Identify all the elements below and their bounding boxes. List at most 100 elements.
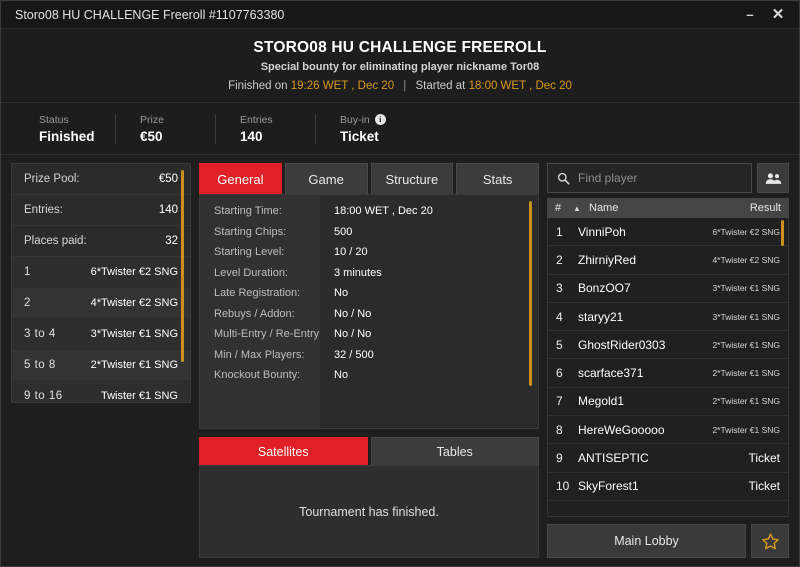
tab-game[interactable]: Game [284,163,368,194]
header-number[interactable]: # [555,202,573,214]
players-column: # ▲ Name Result 1 VinniPoh 6*Twister €2 … [547,163,789,558]
player-rank: 8 [556,422,563,437]
table-row[interactable]: 6 scarface371 2*Twister €1 SNG [548,359,788,388]
player-result: Ticket [748,451,780,466]
status-cell-entries: Entries 140 [215,113,315,144]
header-name[interactable]: Name [589,202,750,214]
table-row[interactable]: 8 HereWeGooooo 2*Twister €1 SNG [548,416,788,445]
started-time: 18:00 WET , Dec 20 [468,80,572,92]
satellites-panel: Tournament has finished. [199,465,539,558]
buyin-label-row: Buy-in i [340,114,397,126]
people-icon [765,172,781,184]
payout-award: 6*Twister €2 SNG [90,266,178,278]
general-value: 32 / 500 [334,348,374,361]
finished-time: 19:26 WET , Dec 20 [290,80,395,92]
status-value: Finished [39,128,95,144]
player-result: 2*Twister €1 SNG [712,339,780,350]
star-icon [761,532,779,549]
player-rank: 10 [556,479,570,494]
player-rank: 4 [556,309,563,324]
player-result: Ticket [748,479,780,494]
buyin-label: Buy-in [340,113,370,126]
general-label: Starting Time: [214,205,282,217]
prize-pool-value: €50 [158,173,178,185]
places-paid-row: Places paid: 32 [12,226,190,257]
payout-award: Twister €1 SNG [100,390,178,402]
player-name: staryy21 [578,309,624,324]
payout-place: 9 to 16 [24,390,63,402]
prize-entries-row: Entries: 140 [12,195,190,226]
payout-row: 5 to 8 2*Twister €1 SNG [12,350,190,381]
main-body: Prize Pool: €50 Entries: 140 Places paid… [1,155,799,566]
player-rank: 3 [556,281,563,296]
tournament-header: STORO08 HU CHALLENGE FREEROLL Special bo… [1,29,799,103]
general-label: Starting Level: [214,246,285,258]
table-row[interactable]: 2 ZhirniyRed 4*Twister €2 SNG [548,246,788,275]
places-paid-value: 32 [165,235,178,247]
status-strip: Status Finished Prize €50 Entries 140 Bu… [1,103,799,155]
info-icon[interactable]: i [374,114,386,125]
general-panel-scrollbar[interactable] [529,201,532,386]
minimize-icon[interactable]: – [743,7,757,23]
prize-label: Prize [140,113,164,126]
status-cell-buyin: Buy-in i Ticket [315,113,415,144]
prize-value: €50 [140,128,163,144]
search-box[interactable] [547,163,752,193]
satellites-empty-message: Tournament has finished. [299,504,439,519]
places-paid-label: Places paid: [24,235,87,247]
payout-row: 3 to 4 3*Twister €1 SNG [12,319,190,350]
player-rank: 9 [556,451,563,466]
entries-value: 140 [240,128,263,144]
general-label: Late Registration: [214,287,301,299]
header-result[interactable]: Result [750,202,781,214]
prize-pool-scrollbar[interactable] [181,170,184,362]
payout-award: 2*Twister €1 SNG [90,359,178,371]
general-value: 500 [334,225,353,238]
prize-pool-label: Prize Pool: [24,173,80,185]
player-name: VinniPoh [578,224,626,239]
payout-place: 3 to 4 [24,328,56,340]
buyin-value: Ticket [340,128,379,144]
detail-tabs: General Game Structure Stats [199,163,539,194]
player-result: 3*Twister €1 SNG [712,311,780,322]
table-row[interactable]: 5 GhostRider0303 2*Twister €1 SNG [548,331,788,360]
player-rank: 7 [556,394,563,409]
prize-entries-value: 140 [158,204,178,216]
player-list: 1 VinniPoh 6*Twister €2 SNG 2 ZhirniyRed… [547,218,789,517]
player-rank: 2 [556,252,563,267]
tab-structure[interactable]: Structure [370,163,454,194]
table-row[interactable]: 7 Megold1 2*Twister €1 SNG [548,388,788,417]
player-result: 2*Twister €1 SNG [712,396,780,407]
tab-tables[interactable]: Tables [370,437,539,465]
tab-satellites[interactable]: Satellites [199,437,368,465]
general-value: No / No [334,328,372,340]
player-list-scrollbar[interactable] [781,220,784,246]
player-result: 3*Twister €1 SNG [712,283,780,294]
table-row[interactable]: 10 SkyForest1 Ticket [548,473,788,501]
player-name: ANTISEPTIC [578,451,649,466]
general-labels-column: Starting Time: Starting Chips: Starting … [200,195,320,428]
table-row[interactable]: 3 BonzOO7 3*Twister €1 SNG [548,275,788,303]
payout-place: 1 [24,266,31,278]
general-label: Multi-Entry / Re-Entry: [214,328,320,340]
player-name: scarface371 [578,366,644,381]
time-separator: | [403,80,407,92]
bottom-tabs: Satellites Tables [199,437,539,465]
player-table-header: # ▲ Name Result [547,198,789,218]
favorite-button[interactable] [751,524,789,558]
sort-ascending-icon[interactable]: ▲ [573,204,589,213]
table-row[interactable]: 4 staryy21 3*Twister €1 SNG [548,303,788,332]
general-info-panel: Starting Time: Starting Chips: Starting … [199,194,539,429]
tab-stats[interactable]: Stats [456,163,539,194]
general-label: Rebuys / Addon: [214,307,295,320]
finished-label: Finished on [228,80,288,92]
tab-general[interactable]: General [199,163,282,194]
main-lobby-button[interactable]: Main Lobby [547,524,746,558]
table-row[interactable]: 1 VinniPoh 6*Twister €2 SNG [548,218,788,247]
people-button[interactable] [757,163,789,193]
close-icon[interactable]: ✕ [771,7,785,23]
general-value: No / No [334,307,372,320]
table-row[interactable]: 9 ANTISEPTIC Ticket [548,444,788,473]
started-label: Started at [415,80,466,92]
search-input[interactable] [578,171,742,185]
